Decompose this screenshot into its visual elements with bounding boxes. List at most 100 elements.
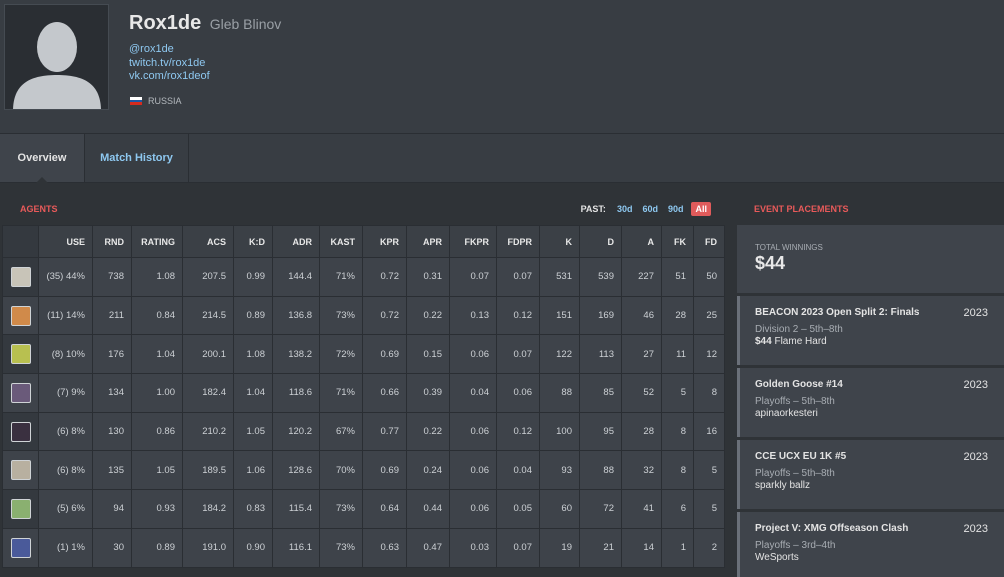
event-team-name: Flame Hard <box>774 336 827 347</box>
agents-table-header: USE RND RATING ACS K:D ADR KAST KPR APR … <box>2 225 725 258</box>
event-item[interactable]: CCE UCX EU 1K #5 2023 Playoffs – 5th–8th… <box>737 440 1004 509</box>
stat-fk: 51 <box>661 257 694 297</box>
stat-apr: 0.31 <box>406 257 450 297</box>
stat-use: (8) 10% <box>38 334 93 375</box>
stat-d: 113 <box>579 334 622 375</box>
stat-fk: 1 <box>661 527 694 568</box>
filter-all[interactable]: All <box>691 202 711 216</box>
stat-adr: 118.6 <box>272 373 320 413</box>
event-placement: Division 2 – 5th–8th <box>755 324 843 335</box>
stat-d: 88 <box>579 450 622 491</box>
stat-d: 85 <box>579 373 622 413</box>
vk-link[interactable]: vk.com/rox1deof <box>129 70 210 84</box>
col-a: A <box>621 225 662 258</box>
stat-use: (11) 14% <box>38 295 93 336</box>
stat-fdpr: 0.07 <box>496 527 540 568</box>
filter-60d[interactable]: 60d <box>640 202 660 216</box>
tab-match-history[interactable]: Match History <box>85 134 189 182</box>
stat-fdpr: 0.07 <box>496 257 540 297</box>
stat-a: 27 <box>621 334 662 375</box>
stat-adr: 136.8 <box>272 295 320 336</box>
event-year: 2023 <box>963 451 988 463</box>
stat-a: 227 <box>621 257 662 297</box>
col-fk: FK <box>661 225 694 258</box>
tab-overview[interactable]: Overview <box>0 134 85 183</box>
stat-acs: 210.2 <box>182 411 234 452</box>
stat-rating: 1.08 <box>131 257 183 297</box>
player-name-row: Rox1de Gleb Blinov <box>129 12 281 35</box>
stat-d: 72 <box>579 489 622 529</box>
stat-d: 21 <box>579 527 622 568</box>
event-placements-title: EVENT PLACEMENTS <box>754 204 849 214</box>
stat-rating: 1.04 <box>131 334 183 375</box>
stat-fk: 28 <box>661 295 694 336</box>
stat-a: 28 <box>621 411 662 452</box>
filter-30d[interactable]: 30d <box>615 202 635 216</box>
filter-90d[interactable]: 90d <box>666 202 686 216</box>
stat-fkpr: 0.06 <box>449 489 497 529</box>
stat-kd: 0.90 <box>233 527 273 568</box>
country: RUSSIA <box>130 96 182 106</box>
agent-row: (1) 1% 30 0.89 191.0 0.90 116.1 73% 0.63 0.47 0.0… <box>2 527 725 568</box>
stat-use: (1) 1% <box>38 527 93 568</box>
stat-fk: 5 <box>661 373 694 413</box>
stat-adr: 115.4 <box>272 489 320 529</box>
col-fkpr: FKPR <box>449 225 497 258</box>
col-k: K <box>539 225 580 258</box>
agent-row: (8) 10% 176 1.04 200.1 1.08 138.2 72% 0.69 0.15 0… <box>2 334 725 375</box>
agent-cell <box>2 295 39 336</box>
event-item[interactable]: Project V: XMG Offseason Clash 2023 Play… <box>737 512 1004 577</box>
stat-rating: 0.93 <box>131 489 183 529</box>
stat-kd: 1.08 <box>233 334 273 375</box>
col-apr: APR <box>406 225 450 258</box>
stat-kpr: 0.66 <box>362 373 407 413</box>
agent-row: (6) 8% 135 1.05 189.5 1.06 128.6 70% 0.69 0.24 0.… <box>2 450 725 491</box>
stat-adr: 116.1 <box>272 527 320 568</box>
stat-rnd: 30 <box>92 527 132 568</box>
agent-cell <box>2 450 39 491</box>
agent-portrait-icon <box>10 305 31 326</box>
stat-a: 41 <box>621 489 662 529</box>
stat-acs: 189.5 <box>182 450 234 491</box>
active-tab-caret-icon <box>36 177 48 183</box>
stat-fkpr: 0.06 <box>449 334 497 375</box>
stat-a: 32 <box>621 450 662 491</box>
agent-portrait-icon <box>10 460 31 481</box>
stat-fdpr: 0.04 <box>496 450 540 491</box>
agent-cell <box>2 411 39 452</box>
agents-section-title: AGENTS <box>20 204 58 214</box>
stat-rnd: 135 <box>92 450 132 491</box>
stat-kast: 73% <box>319 489 363 529</box>
event-item[interactable]: Golden Goose #14 2023 Playoffs – 5th–8th… <box>737 368 1004 437</box>
stat-fdpr: 0.05 <box>496 489 540 529</box>
stat-use: (6) 8% <box>38 450 93 491</box>
stat-acs: 207.5 <box>182 257 234 297</box>
agent-row: (7) 9% 134 1.00 182.4 1.04 118.6 71% 0.66 0.39 0.… <box>2 373 725 413</box>
agent-row: (35) 44% 738 1.08 207.5 0.99 144.4 71% 0.72 0.31… <box>2 257 725 297</box>
stat-kd: 1.06 <box>233 450 273 491</box>
stat-k: 88 <box>539 373 580 413</box>
stat-d: 95 <box>579 411 622 452</box>
stat-acs: 184.2 <box>182 489 234 529</box>
col-fdpr: FDPR <box>496 225 540 258</box>
stat-kpr: 0.72 <box>362 257 407 297</box>
stat-fd: 25 <box>693 295 725 336</box>
agent-row: (11) 14% 211 0.84 214.5 0.89 136.8 73% 0.72 0.22… <box>2 295 725 336</box>
stat-rnd: 738 <box>92 257 132 297</box>
stat-rating: 1.00 <box>131 373 183 413</box>
twitter-link[interactable]: @rox1de <box>129 43 210 57</box>
twitch-link[interactable]: twitch.tv/rox1de <box>129 57 210 71</box>
event-item[interactable]: BEACON 2023 Open Split 2: Finals 2023 Di… <box>737 296 1004 365</box>
tab-overview-label: Overview <box>17 152 67 164</box>
player-real-name: Gleb Blinov <box>209 16 282 32</box>
social-links: @rox1de twitch.tv/rox1de vk.com/rox1deof <box>129 43 210 84</box>
agents-table: USE RND RATING ACS K:D ADR KAST KPR APR … <box>2 225 725 568</box>
stat-use: (35) 44% <box>38 257 93 297</box>
default-avatar-icon <box>5 5 108 109</box>
stat-adr: 120.2 <box>272 411 320 452</box>
event-placement: Playoffs – 5th–8th <box>755 468 835 479</box>
event-team: $44 Flame Hard <box>755 336 1004 347</box>
tab-match-history-label: Match History <box>100 152 173 164</box>
stat-kpr: 0.69 <box>362 334 407 375</box>
stat-k: 151 <box>539 295 580 336</box>
